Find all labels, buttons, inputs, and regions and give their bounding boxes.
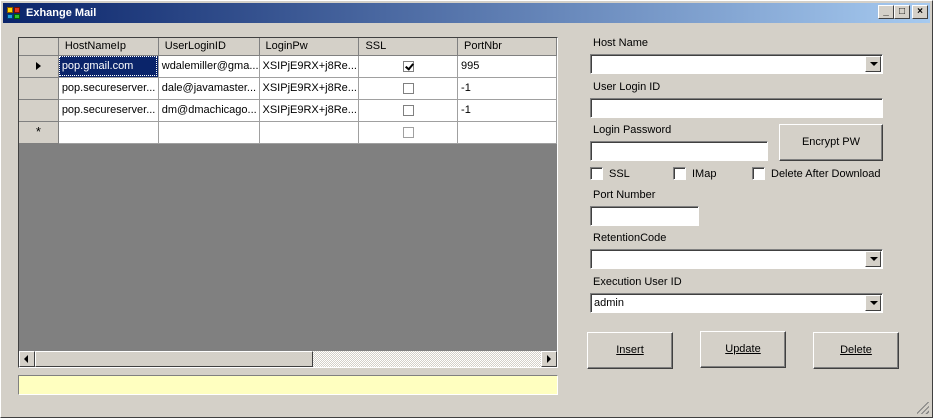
host-name-combo[interactable]	[590, 54, 883, 74]
user-login-id-input[interactable]	[590, 98, 883, 118]
chevron-down-icon[interactable]	[865, 56, 881, 72]
chevron-down-icon[interactable]	[865, 295, 881, 311]
app-icon[interactable]	[6, 5, 22, 21]
delete-after-download-label: Delete After Download	[771, 167, 881, 180]
grid-cell-ssl[interactable]	[358, 77, 459, 100]
execution-user-id-combo[interactable]: admin	[590, 293, 883, 313]
close-icon[interactable]: ×	[912, 5, 928, 19]
grid-cell-portnbr[interactable]	[457, 121, 557, 144]
grid-cell-portnbr[interactable]: -1	[457, 77, 557, 100]
grid-cell-hostnameip[interactable]: pop.secureserver...	[58, 77, 159, 100]
execution-user-id-value: admin	[594, 297, 624, 309]
table-row[interactable]: pop.gmail.com wdalemiller@gma... XSIPjE9…	[19, 55, 557, 78]
mail-accounts-grid[interactable]: HostNameIp UserLoginID LoginPw SSL PortN…	[18, 37, 558, 368]
scroll-thumb[interactable]	[35, 351, 313, 367]
port-number-label: Port Number	[593, 189, 656, 201]
grid-cell-userloginid[interactable]	[158, 121, 260, 144]
grid-cell-ssl[interactable]	[358, 121, 459, 144]
new-row-icon: *	[35, 124, 41, 139]
grid-cell-loginpw[interactable]: XSIPjE9RX+j8Re...	[259, 99, 360, 122]
ssl-option-checkbox[interactable]	[590, 167, 603, 180]
row-header-new[interactable]: *	[19, 121, 59, 144]
scroll-left-button[interactable]	[19, 351, 35, 367]
ssl-checkbox[interactable]	[402, 126, 414, 138]
new-row[interactable]: *	[19, 121, 557, 144]
ssl-checkbox[interactable]	[402, 104, 414, 116]
arrow-right-icon	[547, 355, 551, 363]
update-button-label: Update	[725, 343, 761, 355]
scroll-right-button[interactable]	[541, 351, 557, 367]
delete-after-download-option[interactable]: Delete After Download	[752, 167, 880, 180]
grid-cell-userloginid[interactable]: dale@javamaster...	[158, 77, 260, 100]
chevron-down-icon[interactable]	[865, 251, 881, 267]
grid-cell-loginpw[interactable]: XSIPjE9RX+j8Re...	[259, 55, 360, 78]
status-bar	[18, 375, 558, 395]
delete-button[interactable]: Delete	[813, 332, 899, 369]
insert-button[interactable]: Insert	[587, 332, 673, 369]
current-row-icon	[35, 62, 41, 71]
column-header-portnbr[interactable]: PortNbr	[457, 38, 557, 56]
port-number-input[interactable]	[590, 206, 699, 226]
user-login-id-label: User Login ID	[593, 81, 661, 93]
delete-after-download-checkbox[interactable]	[752, 167, 765, 180]
ssl-checkbox[interactable]	[402, 82, 414, 94]
scroll-track[interactable]	[35, 351, 541, 367]
imap-option-checkbox[interactable]	[673, 167, 686, 180]
execution-user-id-label: Execution User ID	[593, 276, 682, 288]
table-row[interactable]: pop.secureserver... dale@javamaster... X…	[19, 77, 557, 100]
insert-button-label: Insert	[616, 344, 644, 356]
grid-corner[interactable]	[19, 38, 59, 56]
minimize-icon[interactable]: _	[878, 5, 894, 19]
grid-cell-userloginid[interactable]: dm@dmachicago...	[158, 99, 260, 122]
host-name-label: Host Name	[593, 37, 649, 49]
retention-code-label: RetentionCode	[593, 232, 667, 244]
delete-button-label: Delete	[840, 344, 872, 356]
grid-cell-portnbr[interactable]: 995	[457, 55, 557, 78]
maximize-icon[interactable]: □	[894, 5, 910, 19]
exchange-mail-window: Exhange Mail _ □ × HostNameIp UserLoginI…	[0, 0, 933, 418]
login-password-label: Login Password	[593, 124, 672, 136]
ssl-option-label: SSL	[609, 167, 630, 180]
imap-option-label: IMap	[692, 167, 717, 180]
horizontal-scrollbar[interactable]	[19, 351, 557, 367]
grid-cell-hostnameip[interactable]: pop.gmail.com	[58, 55, 159, 78]
row-header[interactable]	[19, 99, 59, 122]
imap-option[interactable]: IMap	[673, 167, 716, 180]
column-header-hostnameip[interactable]: HostNameIp	[58, 38, 159, 56]
column-header-loginpw[interactable]: LoginPw	[259, 38, 360, 56]
ssl-checkbox[interactable]	[402, 60, 414, 72]
arrow-left-icon	[24, 355, 28, 363]
title-bar[interactable]: Exhange Mail _ □ ×	[3, 3, 930, 23]
window-title: Exhange Mail	[26, 7, 97, 19]
column-header-ssl[interactable]: SSL	[358, 38, 459, 56]
grid-cell-hostnameip[interactable]	[58, 121, 159, 144]
grid-cell-loginpw[interactable]	[259, 121, 360, 144]
encrypt-pw-button[interactable]: Encrypt PW	[779, 124, 883, 161]
table-row[interactable]: pop.secureserver... dm@dmachicago... XSI…	[19, 99, 557, 122]
ssl-option[interactable]: SSL	[590, 167, 630, 180]
retention-code-combo[interactable]	[590, 249, 883, 269]
row-header-current[interactable]	[19, 55, 59, 78]
resize-grip-icon[interactable]	[917, 402, 929, 414]
grid-cell-hostnameip[interactable]: pop.secureserver...	[58, 99, 159, 122]
grid-cell-ssl[interactable]	[358, 55, 459, 78]
row-header[interactable]	[19, 77, 59, 100]
grid-cell-userloginid[interactable]: wdalemiller@gma...	[158, 55, 260, 78]
grid-cell-portnbr[interactable]: -1	[457, 99, 557, 122]
grid-cell-loginpw[interactable]: XSIPjE9RX+j8Re...	[259, 77, 360, 100]
login-password-input[interactable]	[590, 141, 768, 161]
grid-cell-ssl[interactable]	[358, 99, 459, 122]
column-header-userloginid[interactable]: UserLoginID	[158, 38, 260, 56]
update-button[interactable]: Update	[700, 331, 786, 368]
